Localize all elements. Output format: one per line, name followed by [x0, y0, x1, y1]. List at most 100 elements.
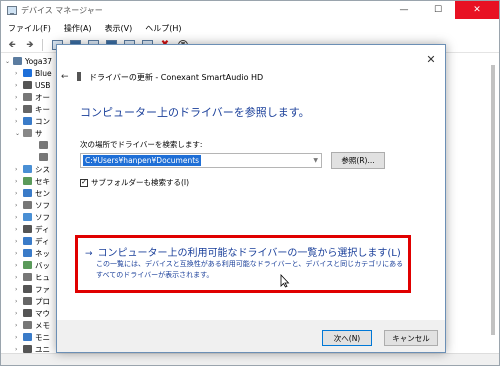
- device-category-icon: [23, 105, 32, 113]
- tree-item[interactable]: › モニ: [15, 331, 50, 343]
- collapse-chevron-icon[interactable]: ›: [15, 250, 23, 257]
- tree-item-label: ディ: [35, 236, 50, 246]
- maximize-icon[interactable]: ☐: [421, 1, 455, 19]
- tree-item[interactable]: › ファ: [15, 283, 50, 295]
- tree-item[interactable]: › セン: [15, 187, 50, 199]
- collapse-chevron-icon[interactable]: ›: [15, 166, 23, 173]
- cancel-button[interactable]: キャンセル: [384, 330, 438, 346]
- tree-item[interactable]: [31, 139, 51, 151]
- device-category-icon: [23, 237, 32, 245]
- browse-button[interactable]: 参照(R)...: [331, 152, 385, 169]
- tree-item[interactable]: › プロ: [15, 295, 50, 307]
- back-icon[interactable]: 🡸: [5, 39, 19, 51]
- pick-from-list-link[interactable]: → コンピューター上の利用可能なドライバーの一覧から選択します(L): [85, 244, 401, 259]
- tree-item-label: ディ: [35, 224, 50, 234]
- tree-item[interactable]: › Blue: [15, 67, 52, 79]
- device-category-icon: [23, 93, 32, 101]
- collapse-chevron-icon[interactable]: ›: [15, 310, 23, 317]
- driver-path-input[interactable]: C:¥Users¥hanpen¥Documents ▼: [80, 153, 322, 168]
- collapse-chevron-icon[interactable]: ›: [15, 334, 23, 341]
- device-manager-titlebar: デバイス マネージャー — ☐ ✕: [1, 1, 499, 19]
- collapse-chevron-icon[interactable]: ›: [15, 190, 23, 197]
- scrollbar-thumb[interactable]: [491, 65, 495, 335]
- update-driver-dialog: ✕ ← ドライバーの更新 - Conexant SmartAudio HD コン…: [56, 44, 446, 353]
- include-subfolders-label: サブフォルダーも検索する(I): [91, 178, 190, 187]
- mouse-cursor-icon: [280, 274, 290, 288]
- forward-icon[interactable]: 🡺: [23, 39, 37, 51]
- dialog-heading: コンピューター上のドライバーを参照します。: [80, 106, 310, 119]
- device-category-icon: [23, 213, 32, 221]
- tree-item[interactable]: › ソフ: [15, 211, 50, 223]
- tree-item[interactable]: › バッ: [15, 259, 50, 271]
- menu-help[interactable]: ヘルプ(H): [145, 23, 181, 34]
- collapse-chevron-icon[interactable]: ›: [15, 214, 23, 221]
- device-category-icon: [23, 117, 32, 125]
- expand-chevron-icon[interactable]: ⌄: [5, 58, 13, 65]
- collapse-chevron-icon[interactable]: ›: [15, 238, 23, 245]
- collapse-chevron-icon[interactable]: ›: [15, 346, 23, 353]
- collapse-chevron-icon[interactable]: ›: [15, 262, 23, 269]
- collapse-chevron-icon[interactable]: ›: [15, 286, 23, 293]
- collapse-chevron-icon[interactable]: ›: [15, 178, 23, 185]
- device-category-icon: [39, 153, 48, 161]
- tree-item-label: ソフ: [35, 212, 50, 222]
- tree-item[interactable]: ⌄ サ: [15, 127, 43, 139]
- expand-chevron-icon[interactable]: ⌄: [15, 130, 23, 137]
- next-button[interactable]: 次へ(N): [322, 330, 372, 346]
- device-category-icon: [23, 81, 32, 89]
- include-subfolders-checkbox[interactable]: ✓: [80, 178, 88, 187]
- tree-item[interactable]: › メモ: [15, 319, 50, 331]
- collapse-chevron-icon[interactable]: ›: [15, 274, 23, 281]
- tree-item-label: ネッ: [35, 248, 50, 258]
- tree-item[interactable]: › ヒュ: [15, 271, 50, 283]
- device-category-icon: [23, 165, 32, 173]
- tree-item[interactable]: › ソフ: [15, 199, 50, 211]
- window-close-icon[interactable]: ✕: [455, 1, 499, 19]
- device-category-icon: [23, 321, 32, 329]
- tree-item-label: ファ: [35, 284, 50, 294]
- tree-item[interactable]: › ネッ: [15, 247, 50, 259]
- device-category-icon: [23, 69, 32, 77]
- include-subfolders-option[interactable]: ✓ サブフォルダーも検索する(I): [80, 177, 189, 188]
- collapse-chevron-icon[interactable]: ›: [15, 226, 23, 233]
- driver-path-value: C:¥Users¥hanpen¥Documents: [83, 155, 202, 166]
- tree-item-label: コン: [35, 116, 50, 126]
- tree-item-label: バッ: [35, 260, 50, 270]
- collapse-chevron-icon[interactable]: ›: [15, 106, 23, 113]
- menu-action[interactable]: 操作(A): [64, 23, 92, 34]
- chevron-down-icon[interactable]: ▼: [313, 157, 318, 164]
- tree-item[interactable]: › ディ: [15, 223, 49, 235]
- device-category-icon: [23, 177, 32, 185]
- menu-view[interactable]: 表示(V): [105, 23, 133, 34]
- tree-item[interactable]: › オー: [15, 91, 50, 103]
- menu-file[interactable]: ファイル(F): [8, 23, 51, 34]
- menubar: ファイル(F) 操作(A) 表示(V) ヘルプ(H): [1, 21, 499, 35]
- tree-item[interactable]: ⌄ Yoga37: [5, 55, 52, 67]
- tree-item[interactable]: › セキ: [15, 175, 50, 187]
- tree-item[interactable]: › マウ: [15, 307, 50, 319]
- device-tree-scrollbar[interactable]: [489, 55, 497, 351]
- minimize-icon[interactable]: —: [387, 1, 421, 19]
- tree-item[interactable]: › コン: [15, 115, 50, 127]
- device-category-icon: [23, 201, 32, 209]
- tree-item-label: セキ: [35, 176, 50, 186]
- tree-item[interactable]: › ディ: [15, 235, 49, 247]
- collapse-chevron-icon[interactable]: ›: [15, 118, 23, 125]
- tree-item[interactable]: › USB: [15, 79, 50, 91]
- tree-item[interactable]: [31, 151, 51, 163]
- dialog-close-icon[interactable]: ✕: [425, 53, 437, 66]
- right-arrow-icon: →: [85, 249, 93, 259]
- collapse-chevron-icon[interactable]: ›: [15, 202, 23, 209]
- pick-from-list-description: この一覧には、デバイスと互換性がある利用可能なドライバーと、デバイスと同じカテゴ…: [96, 260, 404, 279]
- dialog-back-icon[interactable]: ←: [61, 72, 69, 82]
- collapse-chevron-icon[interactable]: ›: [15, 82, 23, 89]
- device-category-icon: [23, 261, 32, 269]
- tree-item-label: プロ: [35, 296, 50, 306]
- collapse-chevron-icon[interactable]: ›: [15, 70, 23, 77]
- collapse-chevron-icon[interactable]: ›: [15, 322, 23, 329]
- collapse-chevron-icon[interactable]: ›: [15, 298, 23, 305]
- tree-item[interactable]: › キー: [15, 103, 50, 115]
- collapse-chevron-icon[interactable]: ›: [15, 94, 23, 101]
- device-category-icon: [23, 309, 32, 317]
- tree-item[interactable]: › シス: [15, 163, 50, 175]
